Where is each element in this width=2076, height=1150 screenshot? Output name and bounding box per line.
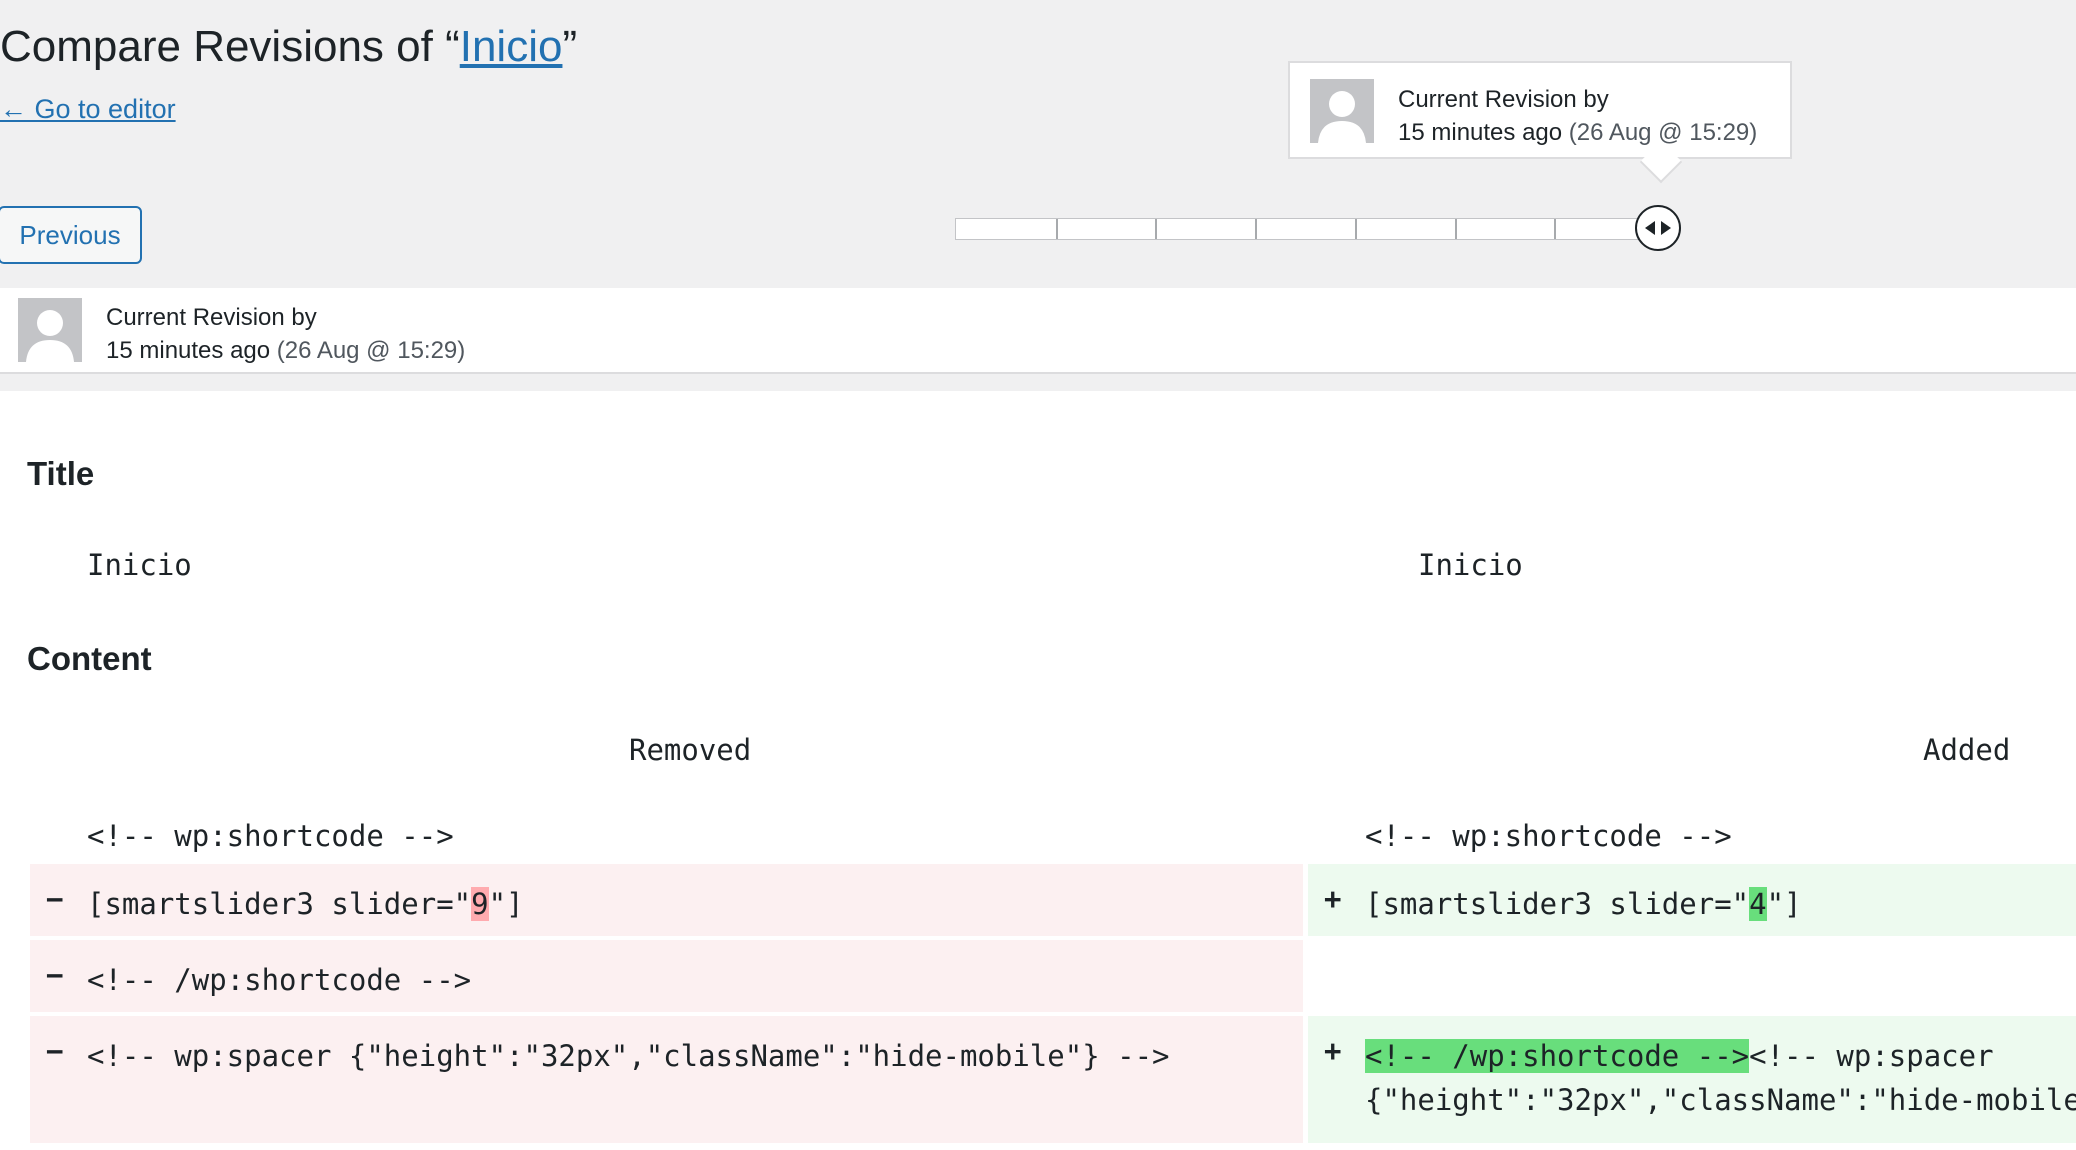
slider-tick xyxy=(1155,219,1157,239)
diff-line: <!-- wp:shortcode --> xyxy=(1365,819,1732,853)
title-old-value: Inicio xyxy=(87,548,192,582)
arrows-left-right-icon xyxy=(1645,221,1671,235)
diff-added-row: + <!-- /wp:shortcode --><!-- wp:spacer {"… xyxy=(1308,1016,2076,1143)
slider-handle[interactable] xyxy=(1635,205,1681,251)
title-new-value: Inicio xyxy=(1418,548,1523,582)
diff-line: <!-- wp:spacer {"height":"32px","classNa… xyxy=(87,1039,1170,1073)
diff-text: <!-- wp:spacer xyxy=(1749,1039,1994,1073)
slider-tick xyxy=(1455,219,1457,239)
slider-tick xyxy=(1056,219,1058,239)
diff-deleted-row: − [smartslider3 slider="9"] xyxy=(30,864,1303,936)
previous-button[interactable]: Previous xyxy=(0,206,142,264)
revision-slider-track[interactable] xyxy=(955,218,1655,240)
content-section-heading: Content xyxy=(27,640,152,677)
go-to-editor-link[interactable]: ← Go to editor xyxy=(0,94,176,125)
title-section-heading: Title xyxy=(27,455,95,492)
diff-text: [smartslider3 slider=" xyxy=(87,887,472,921)
diff-deleted-row: − <!-- wp:spacer {"height":"32px","class… xyxy=(30,1016,1303,1143)
diff-context-right: <!-- wp:shortcode --> xyxy=(1308,796,2076,860)
diff-context-left: <!-- wp:shortcode --> xyxy=(30,796,1303,860)
avatar-person-icon xyxy=(18,298,82,362)
slider-tick xyxy=(1355,219,1357,239)
author-avatar xyxy=(18,298,82,362)
diff-text: "] xyxy=(488,887,524,921)
post-title-link[interactable]: Inicio xyxy=(460,22,563,71)
diff-added-row: + [smartslider3 slider="4"] xyxy=(1308,864,2076,936)
avatar-person-icon xyxy=(1310,79,1374,143)
title-prefix: Compare Revisions of “ xyxy=(0,22,460,71)
revision-meta: Current Revision by 15 minutes ago (26 A… xyxy=(106,301,465,367)
minus-icon: − xyxy=(46,882,64,916)
minus-icon: − xyxy=(46,1034,64,1068)
added-highlight: <!-- /wp:shortcode --> xyxy=(1365,1039,1750,1073)
slider-tick xyxy=(1554,219,1556,239)
diff-text: "] xyxy=(1766,887,1802,921)
diff-line: <!-- /wp:shortcode --><!-- wp:spacer {"he… xyxy=(1365,1034,2076,1122)
diff-deleted-row: − <!-- /wp:shortcode --> xyxy=(30,940,1303,1012)
page-title: Compare Revisions of “Inicio” xyxy=(0,22,577,72)
added-column-header: Added xyxy=(1923,733,2011,767)
tooltip-author-line: Current Revision by xyxy=(1398,86,1609,113)
minus-icon: − xyxy=(46,958,64,992)
added-highlight: 4 xyxy=(1749,887,1767,921)
diff-panel: Title Inicio Inicio Content Removed Adde… xyxy=(0,391,2076,1150)
removed-column-header: Removed xyxy=(629,733,752,767)
revision-time-line: 15 minutes ago (26 Aug @ 15:29) xyxy=(106,334,465,367)
diff-text: [smartslider3 slider=" xyxy=(1365,887,1750,921)
removed-highlight: 9 xyxy=(471,887,489,921)
title-suffix: ” xyxy=(562,22,578,71)
revision-date: (26 Aug @ 15:29) xyxy=(276,337,466,364)
tooltip-meta: Current Revision by 15 minutes ago (26 A… xyxy=(1398,83,1757,149)
diff-line: [smartslider3 slider="9"] xyxy=(87,882,524,926)
author-avatar xyxy=(1310,79,1374,143)
diff-text: {"height":"32px","className":"hide-mobil… xyxy=(1365,1083,2076,1117)
slider-tick xyxy=(1255,219,1257,239)
revision-time-ago: 15 minutes ago xyxy=(106,337,271,364)
revision-meta-bar: Current Revision by 15 minutes ago (26 A… xyxy=(0,288,2076,374)
diff-line: [smartslider3 slider="4"] xyxy=(1365,882,1802,926)
revision-author-line: Current Revision by xyxy=(106,304,317,331)
revision-tooltip: Current Revision by 15 minutes ago (26 A… xyxy=(1288,61,1792,184)
tooltip-time-ago: 15 minutes ago xyxy=(1398,119,1563,146)
diff-line: <!-- /wp:shortcode --> xyxy=(87,963,472,997)
diff-line: <!-- wp:shortcode --> xyxy=(87,819,454,853)
tooltip-time-line: 15 minutes ago (26 Aug @ 15:29) xyxy=(1398,116,1757,149)
plus-icon: + xyxy=(1324,882,1342,916)
plus-icon: + xyxy=(1324,1034,1342,1068)
